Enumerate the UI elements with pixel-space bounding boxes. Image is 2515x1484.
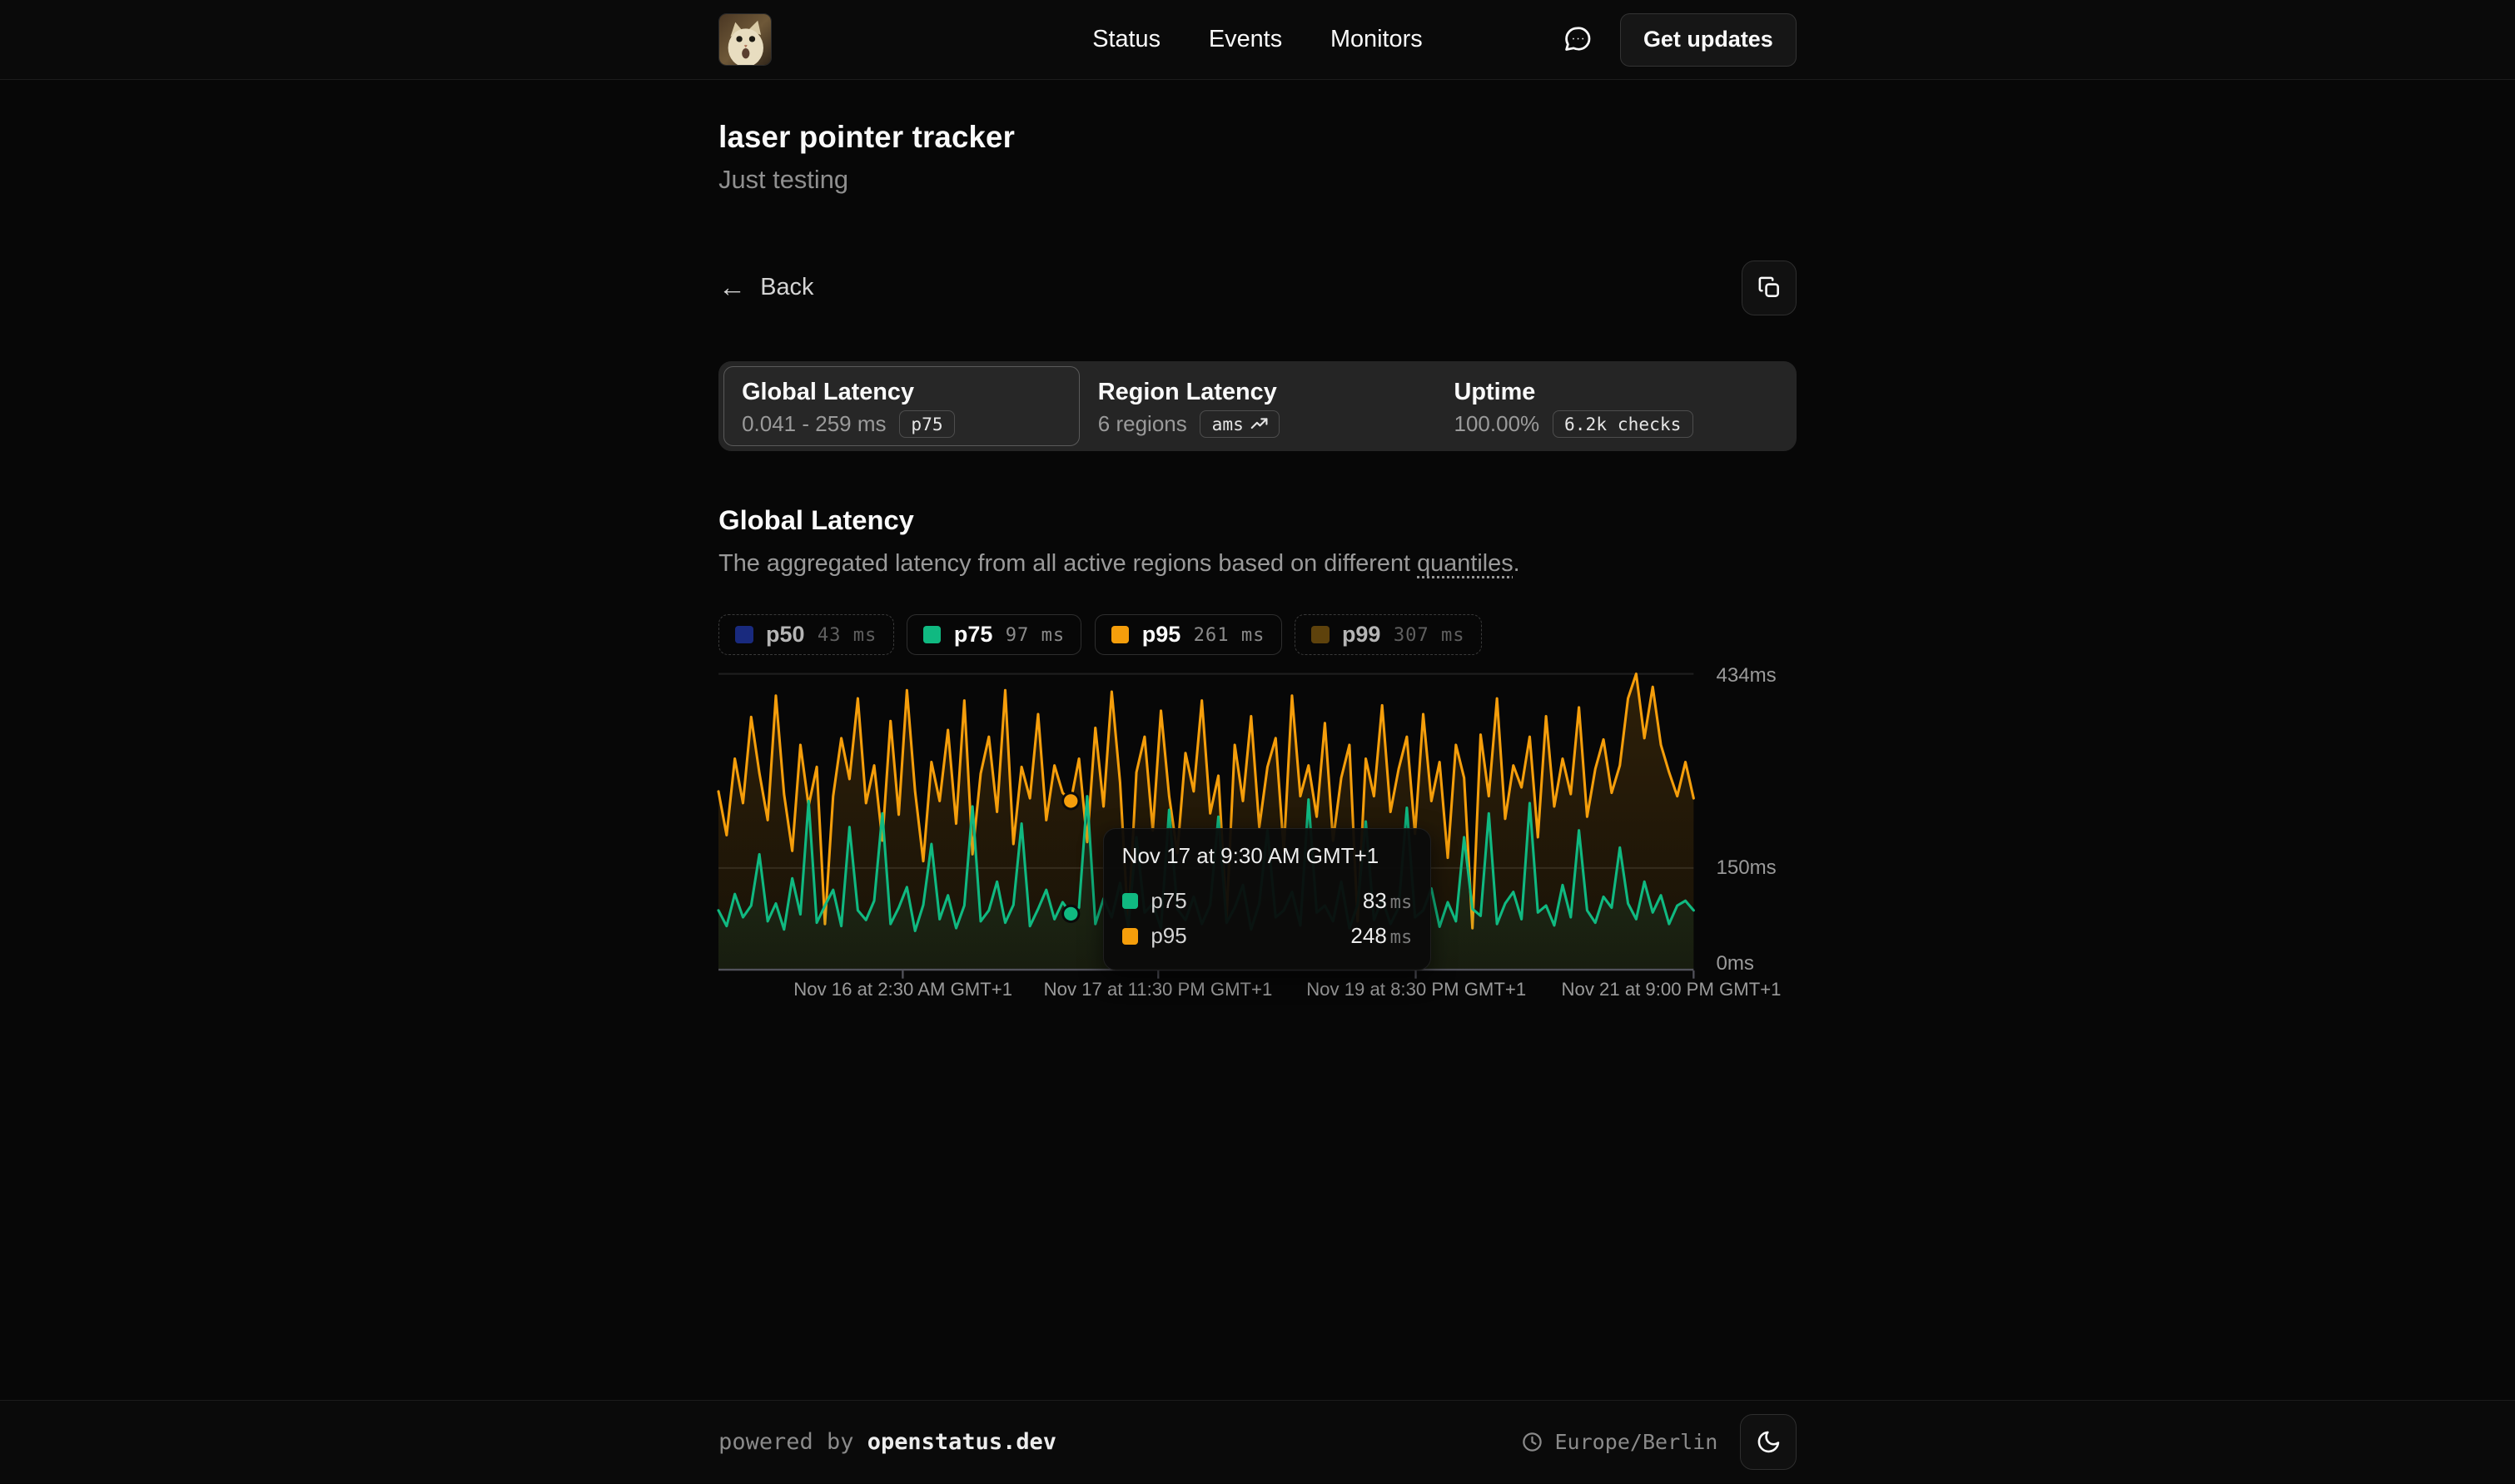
tooltip-series-label: p75 (1151, 888, 1186, 914)
top-nav: Status Events Monitors Get updates (0, 0, 2515, 80)
description-period: . (1513, 550, 1520, 577)
tab-subtitle: 0.041 - 259 ms (742, 411, 886, 437)
x-tick-label: Nov 21 at 9:00 PM GMT+1 (1562, 979, 1782, 1000)
clock-icon (1521, 1431, 1543, 1453)
tooltip-series-label: p95 (1151, 923, 1186, 949)
metric-tabs: Global Latency 0.041 - 259 ms p75 Region… (718, 361, 1797, 451)
x-axis: Nov 16 at 2:30 AM GMT+1 Nov 17 at 11:30 … (718, 970, 1693, 1003)
tab-global-latency[interactable]: Global Latency 0.041 - 259 ms p75 (723, 366, 1080, 446)
back-label: Back (760, 274, 813, 301)
legend-label: p99 (1342, 622, 1380, 648)
cat-avatar-icon (719, 14, 772, 67)
page-subtitle: Just testing (718, 165, 1797, 195)
section-heading: Global Latency (718, 504, 1797, 536)
legend-pill-p99[interactable]: p99 307 ms (1295, 614, 1482, 654)
tab-title: Global Latency (742, 379, 1061, 406)
get-updates-button[interactable]: Get updates (1620, 13, 1797, 67)
y-axis: 434ms 150ms 0ms (1716, 666, 1796, 970)
latency-chart[interactable]: 434ms 150ms 0ms Nov 16 at 2:30 AM GMT+1 … (718, 666, 1797, 1005)
value-unit: ms (1390, 891, 1413, 913)
chart-tooltip: Nov 17 at 9:30 AM GMT+1 p75 83ms p95 248… (1103, 828, 1430, 971)
quantile-badge: p75 (899, 410, 955, 438)
y-tick-zero: 0ms (1716, 952, 1754, 975)
legend-value: 97 ms (1006, 624, 1065, 646)
region-badge-label: ams (1212, 414, 1244, 434)
value-unit: ms (1390, 926, 1413, 948)
tab-uptime[interactable]: Uptime 100.00% 6.2k checks (1435, 366, 1792, 446)
chart-legend: p50 43 ms p75 97 ms p95 261 ms p99 307 m… (718, 614, 1797, 654)
description-text: The aggregated latency from all active r… (718, 550, 1417, 577)
checks-badge: 6.2k checks (1553, 410, 1693, 438)
arrow-left-icon: ← (718, 274, 746, 301)
y-tick-mid: 150ms (1716, 856, 1776, 880)
speech-bubble-dots-icon (1563, 24, 1593, 55)
legend-pill-p95[interactable]: p95 261 ms (1095, 614, 1282, 654)
status-page-logo[interactable] (718, 13, 772, 67)
nav-link-monitors[interactable]: Monitors (1330, 26, 1423, 53)
value-number: 248 (1350, 923, 1386, 948)
section-description: The aggregated latency from all active r… (718, 550, 1797, 578)
region-badge: ams (1200, 410, 1280, 438)
timezone-indicator: Europe/Berlin (1521, 1430, 1717, 1454)
quantiles-term-link[interactable]: quantiles (1417, 550, 1513, 577)
nav-links: Status Events Monitors (1092, 26, 1422, 53)
p95-swatch (1122, 928, 1138, 944)
tooltip-row-p95: p95 248ms (1122, 919, 1413, 954)
legend-label: p50 (766, 622, 804, 648)
p75-swatch (1122, 893, 1138, 909)
legend-value: 43 ms (818, 624, 877, 646)
legend-label: p75 (954, 622, 992, 648)
page-title: laser pointer tracker (718, 120, 1797, 155)
value-number: 83 (1363, 888, 1387, 913)
moon-icon (1756, 1429, 1782, 1455)
p75-swatch (923, 626, 941, 643)
x-tick-label: Nov 16 at 2:30 AM GMT+1 (793, 979, 1012, 1000)
tooltip-row-p75: p75 83ms (1122, 883, 1413, 918)
y-tick-max: 434ms (1716, 664, 1776, 687)
p50-swatch (735, 626, 753, 643)
tab-region-latency[interactable]: Region Latency 6 regions ams (1080, 366, 1436, 446)
tooltip-series-value: 248ms (1350, 923, 1412, 949)
legend-value: 307 ms (1394, 624, 1465, 646)
x-tick-label: Nov 17 at 11:30 PM GMT+1 (1044, 979, 1273, 1000)
timezone-label: Europe/Berlin (1554, 1430, 1717, 1454)
legend-value: 261 ms (1194, 624, 1265, 646)
tab-title: Region Latency (1098, 379, 1417, 406)
feedback-chat-button[interactable] (1559, 22, 1596, 58)
tooltip-timestamp: Nov 17 at 9:30 AM GMT+1 (1122, 843, 1413, 869)
theme-toggle-button[interactable] (1740, 1414, 1796, 1470)
tab-subtitle: 6 regions (1098, 411, 1187, 437)
p95-swatch (1111, 626, 1129, 643)
main-content: laser pointer tracker Just testing ← Bac… (0, 80, 2515, 1400)
tab-subtitle: 100.00% (1454, 411, 1540, 437)
powered-prefix: powered by (718, 1429, 867, 1455)
trending-up-icon (1250, 415, 1268, 433)
legend-label: p95 (1142, 622, 1180, 648)
p99-swatch (1311, 626, 1329, 643)
tab-title: Uptime (1454, 379, 1773, 406)
legend-pill-p50[interactable]: p50 43 ms (718, 614, 893, 654)
copy-icon (1757, 275, 1782, 300)
page-footer: powered by openstatus.dev Europe/Berlin (0, 1400, 2515, 1483)
back-button[interactable]: ← Back (718, 274, 813, 301)
nav-link-events[interactable]: Events (1209, 26, 1282, 53)
nav-link-status[interactable]: Status (1092, 26, 1161, 53)
powered-by: powered by openstatus.dev (718, 1429, 1056, 1455)
legend-pill-p75[interactable]: p75 97 ms (907, 614, 1081, 654)
x-tick-label: Nov 19 at 8:30 PM GMT+1 (1306, 979, 1526, 1000)
openstatus-link[interactable]: openstatus.dev (867, 1429, 1056, 1455)
tooltip-series-value: 83ms (1363, 888, 1412, 914)
copy-link-button[interactable] (1742, 261, 1797, 315)
